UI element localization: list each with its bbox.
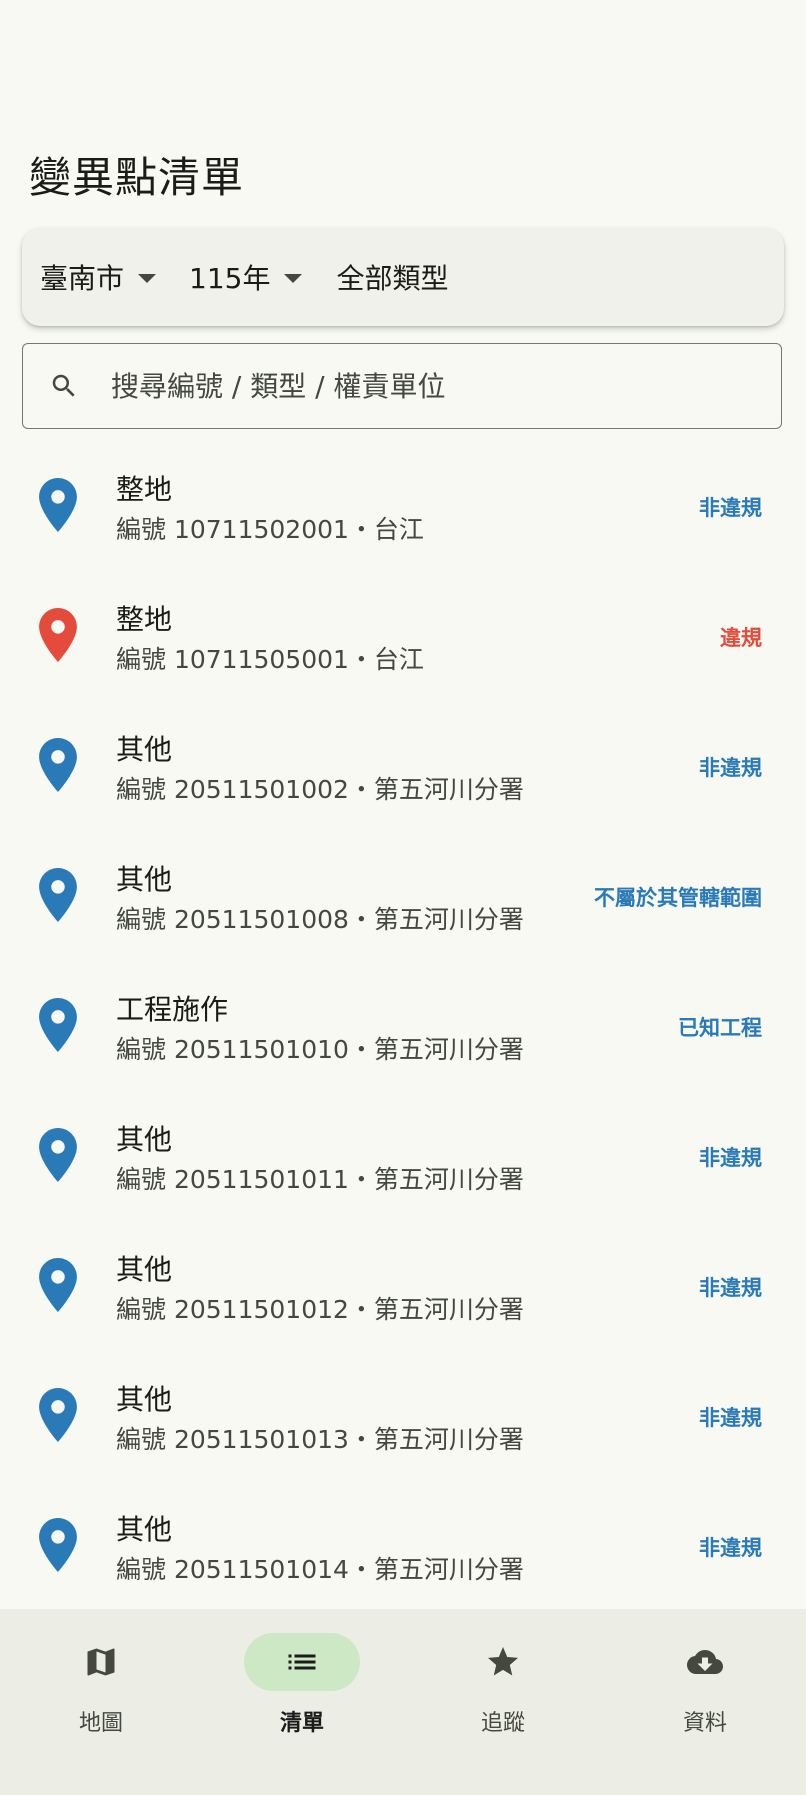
list-item[interactable]: 整地編號 10711505001・台江 違規 (0, 570, 806, 700)
nav-item-list[interactable]: 清單 (222, 1633, 382, 1753)
list-item[interactable]: 其他編號 20511501008・第五河川分署 不屬於其管轄範圍 (0, 830, 806, 960)
variation-point-list: 整地 編號 10711502001・台江 非違規 整地 編號 10711505001・台… (0, 440, 806, 1610)
item-title: 工程施作 (116, 993, 229, 1026)
item-title: 整地 (116, 473, 173, 506)
status-label: 非違規 (699, 1406, 762, 1430)
map-icon (87, 1648, 115, 1676)
location-pin-icon (39, 738, 77, 792)
nav-label-data: 資料 (682, 1711, 727, 1736)
location-pin-icon (39, 478, 77, 532)
list-icon (288, 1654, 316, 1670)
list-item[interactable]: 其他編號 20511501012・第五河川分署 非違規 (0, 1220, 806, 1350)
item-subtitle: 編號 20511501010・第五河川分署 (116, 1035, 524, 1064)
item-subtitle: 編號 10711505001・台江 (116, 645, 424, 674)
item-title: 其他 (116, 1253, 173, 1286)
status-label: 非違規 (699, 756, 762, 780)
cloud-download-icon (687, 1650, 723, 1674)
location-pin-icon (39, 998, 77, 1052)
item-subtitle: 編號 20511501008・第五河川分署 (116, 905, 524, 934)
status-label: 不屬於其管轄範圍 (594, 886, 762, 910)
app-screen: 變異點清單 臺南市 115年 全部類型 整地編號 10711502001・台江非… (0, 0, 806, 1795)
location-pin-icon (39, 608, 77, 662)
type-filter-label: 全部類型 (336, 262, 449, 295)
item-title: 其他 (116, 1513, 173, 1546)
list-item[interactable]: 其他編號 20511501014・第五河川分署 非違規 (0, 1480, 806, 1610)
item-title: 整地 (116, 603, 173, 636)
filter-bar: 臺南市 115年 全部類型 (22, 228, 784, 326)
nav-label-map: 地圖 (78, 1711, 123, 1736)
status-label: 違規 (720, 626, 762, 650)
item-subtitle: 編號 20511501011・第五河川分署 (116, 1165, 524, 1194)
page-title: 變異點清單 (29, 153, 245, 202)
list-item[interactable]: 工程施作編號 20511501010・第五河川分署 已知工程 (0, 960, 806, 1090)
search-field[interactable] (22, 343, 782, 429)
location-pin-icon (39, 1128, 77, 1182)
item-subtitle: 編號 10711502001・台江 (116, 515, 424, 544)
status-label: 非違規 (699, 1536, 762, 1560)
list-item[interactable]: 其他編號 20511501013・第五河川分署 非違規 (0, 1350, 806, 1480)
type-filter-dropdown[interactable]: 全部類型 (336, 257, 448, 297)
item-title: 其他 (116, 863, 173, 896)
list-item[interactable]: 其他編號 20511501002・第五河川分署 非違規 (0, 700, 806, 830)
nav-label-tracking: 追蹤 (480, 1711, 525, 1736)
item-subtitle: 編號 20511501002・第五河川分署 (116, 775, 524, 804)
item-subtitle: 編號 20511501014・第五河川分署 (116, 1555, 524, 1584)
city-filter-dropdown[interactable]: 臺南市 (40, 257, 157, 297)
city-filter-label: 臺南市 (40, 262, 125, 295)
status-label: 非違規 (699, 1146, 762, 1170)
item-title: 其他 (116, 1123, 173, 1156)
dropdown-arrow-icon (284, 273, 303, 283)
nav-item-data[interactable]: 資料 (625, 1633, 785, 1753)
nav-item-tracking[interactable]: 追蹤 (423, 1633, 583, 1753)
location-pin-icon (39, 868, 77, 922)
search-icon (52, 374, 75, 397)
location-pin-icon (39, 1258, 77, 1312)
item-title: 其他 (116, 733, 173, 766)
year-filter-dropdown[interactable]: 115年 (189, 257, 303, 297)
bottom-navigation: 地圖 清單 追蹤 資料 (0, 1609, 806, 1795)
year-filter-label: 115年 (189, 262, 271, 295)
status-label: 非違規 (699, 496, 762, 520)
location-pin-icon (39, 1388, 77, 1442)
search-input[interactable] (111, 369, 751, 403)
item-subtitle: 編號 20511501013・第五河川分署 (116, 1425, 524, 1454)
list-item[interactable]: 其他編號 20511501011・第五河川分署 非違規 (0, 1090, 806, 1220)
status-label: 非違規 (699, 1276, 762, 1300)
dropdown-arrow-icon (138, 273, 157, 283)
item-subtitle: 編號 20511501012・第五河川分署 (116, 1295, 524, 1324)
nav-label-list: 清單 (279, 1711, 324, 1736)
status-label: 已知工程 (678, 1016, 762, 1040)
nav-item-map[interactable]: 地圖 (21, 1633, 181, 1753)
star-icon (488, 1647, 518, 1676)
item-title: 其他 (116, 1383, 173, 1416)
list-item[interactable]: 整地編號 10711502001・台江 非違規 (0, 440, 806, 570)
location-pin-icon (39, 1518, 77, 1572)
